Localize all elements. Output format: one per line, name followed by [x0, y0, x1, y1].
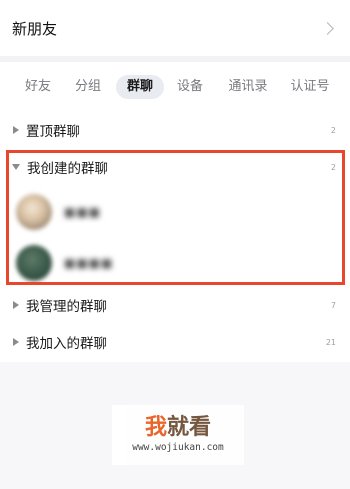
watermark-logo: 我就看	[112, 409, 244, 441]
tab-verified[interactable]: 认证号	[282, 75, 338, 99]
group-section-count: 2	[330, 125, 336, 135]
group-section-count: 7	[330, 300, 336, 310]
new-friends-label: 新朋友	[12, 19, 58, 38]
group-section-managed[interactable]: 我管理的群聊 7	[0, 288, 350, 322]
watermark: 我就看 www.wojiukan.com	[112, 405, 244, 465]
group-section-title: 置顶群聊	[26, 124, 80, 140]
group-section-count: 21	[325, 337, 336, 347]
tab-groups[interactable]: 分组	[64, 75, 112, 99]
group-section-title: 我管理的群聊	[26, 299, 107, 315]
tab-friends[interactable]: 好友	[14, 75, 62, 99]
highlight-annotation	[6, 150, 345, 285]
collapsed-arrow-icon	[13, 338, 19, 346]
group-section-title: 我加入的群聊	[26, 336, 107, 352]
watermark-logo-part-b: 就看	[167, 415, 212, 440]
chevron-right-icon	[321, 21, 334, 35]
watermark-logo-part-a: 我	[144, 415, 167, 440]
new-friends-row[interactable]: 新朋友	[0, 0, 350, 56]
tab-bar: 好友 分组 群聊 设备 通讯录 认证号	[0, 72, 350, 102]
tab-address-book[interactable]: 通讯录	[220, 75, 276, 99]
tab-devices[interactable]: 设备	[166, 75, 214, 99]
watermark-url: www.wojiukan.com	[132, 442, 224, 453]
tab-group-chats[interactable]: 群聊	[116, 75, 164, 99]
collapsed-arrow-icon	[13, 126, 19, 134]
collapsed-arrow-icon	[13, 301, 19, 309]
group-section-pinned[interactable]: 置顶群聊 2	[0, 113, 350, 147]
group-section-joined[interactable]: 我加入的群聊 21	[0, 325, 350, 359]
